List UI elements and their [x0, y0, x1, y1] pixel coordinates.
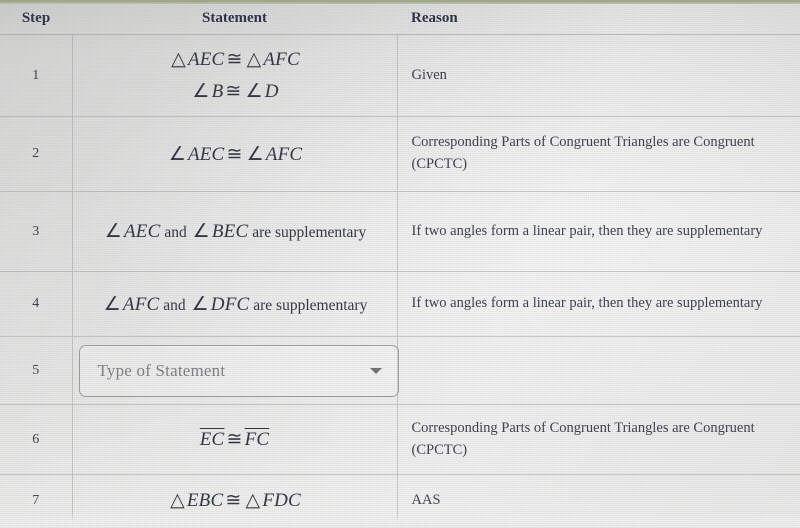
- page-bottom-edge-fade: [0, 512, 800, 528]
- cell-reason: Given: [411, 66, 447, 83]
- cell-statement: ∠ AEC and ∠ BEC are supplementary: [72, 191, 398, 272]
- column-header-reason: Reason: [397, 4, 800, 35]
- math-token: DFC: [210, 293, 250, 315]
- math-token: ∠: [192, 81, 210, 102]
- cell-reason: If two angles form a linear pair, then t…: [411, 222, 763, 239]
- statement-math-line: ∠ AEC ≅ ∠ AFC: [79, 143, 391, 166]
- math-token: ∠: [192, 221, 210, 242]
- math-token: AFC: [265, 143, 303, 165]
- math-token: AFC: [263, 49, 300, 70]
- statement-math-line: △ AEC ≅ △ AFC: [79, 48, 391, 71]
- statement-math-line: △ EBC ≅ △ FDC: [79, 489, 391, 512]
- math-token: ∠: [104, 221, 122, 242]
- cell-step-number: 4: [0, 271, 73, 337]
- table-header-row: Step Statement Reason: [0, 4, 800, 35]
- math-token: EBC: [186, 490, 224, 511]
- math-token: D: [264, 81, 279, 102]
- statement-math-line: EC ≅ FC: [79, 428, 391, 451]
- math-token: △: [170, 490, 185, 511]
- table-row: 6 EC ≅ FC Corresponding Parts of Congruent T…: [0, 404, 800, 475]
- cell-reason: If two angles form a linear pair, then t…: [411, 295, 763, 312]
- math-token: ≅: [226, 429, 243, 450]
- cell-statement: EC ≅ FC: [72, 404, 398, 475]
- math-token: AEC: [123, 221, 161, 242]
- math-token: ∠: [168, 143, 186, 165]
- cell-step-number: 6: [0, 404, 73, 475]
- cell-reason: [397, 337, 800, 405]
- math-token: AFC: [122, 293, 160, 315]
- table-row: 3 ∠ AEC and ∠ BEC are supplementary If two …: [0, 191, 800, 272]
- math-token: AEC: [187, 49, 225, 70]
- cell-step-number: 5: [0, 336, 73, 405]
- cell-statement: △ AEC ≅ △ AFC ∠ B ≅ ∠ D: [72, 34, 398, 117]
- statement-math-line: ∠ AFC and ∠ DFC are supplementary: [79, 293, 391, 316]
- cell-statement: ∠ AFC and ∠ DFC are supplementary: [72, 271, 398, 337]
- math-token: ∠: [191, 293, 209, 315]
- two-column-proof-table: Step Statement Reason 1 △ AEC ≅ △ AFC ∠ B ≅ ∠ D Giv…: [0, 4, 800, 527]
- page-top-edge-strip: [0, 0, 800, 4]
- cell-statement[interactable]: Type of Statement: [72, 336, 399, 405]
- math-token: ≅: [225, 490, 242, 511]
- cell-reason: Corresponding Parts of Congruent Triangl…: [411, 134, 755, 172]
- table-row: 5 Type of Statement: [0, 336, 800, 405]
- table-header: Step Statement Reason: [0, 4, 800, 35]
- math-token: ≅: [226, 49, 243, 70]
- statement-type-select[interactable]: Type of Statement: [78, 344, 399, 397]
- cell-step-number: 1: [0, 34, 73, 117]
- table-body: 1 △ AEC ≅ △ AFC ∠ B ≅ ∠ D Given 2 ∠ AEC ≅ ∠ AFC Correspond…: [0, 34, 800, 527]
- math-token: ∠: [246, 143, 264, 165]
- math-token: BEC: [211, 221, 249, 242]
- math-token: B: [211, 81, 224, 102]
- math-token: AEC: [187, 143, 225, 165]
- proof-table-page: Step Statement Reason 1 △ AEC ≅ △ AFC ∠ B ≅ ∠ D Giv…: [0, 0, 800, 528]
- statement-type-select-placeholder: Type of Statement: [97, 360, 226, 380]
- chevron-down-icon[interactable]: [369, 367, 382, 374]
- math-token: and: [159, 296, 190, 314]
- math-token: ≅: [225, 81, 242, 102]
- table-row: 2 ∠ AEC ≅ ∠ AFC Corresponding Parts of Congrue…: [0, 116, 800, 192]
- math-token: are supplementary: [248, 224, 367, 241]
- math-token: ∠: [245, 81, 263, 102]
- table-row: 4 ∠ AFC and ∠ DFC are supplementary If two …: [0, 271, 800, 337]
- math-token: ≅: [226, 143, 243, 165]
- statement-math-line: ∠ AEC and ∠ BEC are supplementary: [79, 220, 391, 243]
- math-token: are supplementary: [249, 296, 368, 314]
- math-token: FDC: [262, 490, 301, 511]
- math-token: FC: [244, 429, 270, 450]
- math-token: ∠: [103, 293, 121, 315]
- statement-math-line: ∠ B ≅ ∠ D: [79, 80, 391, 103]
- cell-statement: ∠ AEC ≅ ∠ AFC: [72, 116, 398, 192]
- math-token: △: [246, 49, 262, 70]
- column-header-statement: Statement: [72, 4, 397, 35]
- table-row: 1 △ AEC ≅ △ AFC ∠ B ≅ ∠ D Given: [0, 34, 800, 117]
- math-token: △: [171, 49, 186, 70]
- column-header-step: Step: [0, 4, 72, 35]
- cell-reason: Corresponding Parts of Congruent Triangl…: [411, 419, 755, 458]
- cell-step-number: 2: [0, 116, 73, 192]
- math-token: △: [245, 490, 261, 511]
- cell-step-number: 3: [0, 191, 73, 272]
- math-token: and: [160, 224, 191, 241]
- math-token: EC: [199, 429, 225, 450]
